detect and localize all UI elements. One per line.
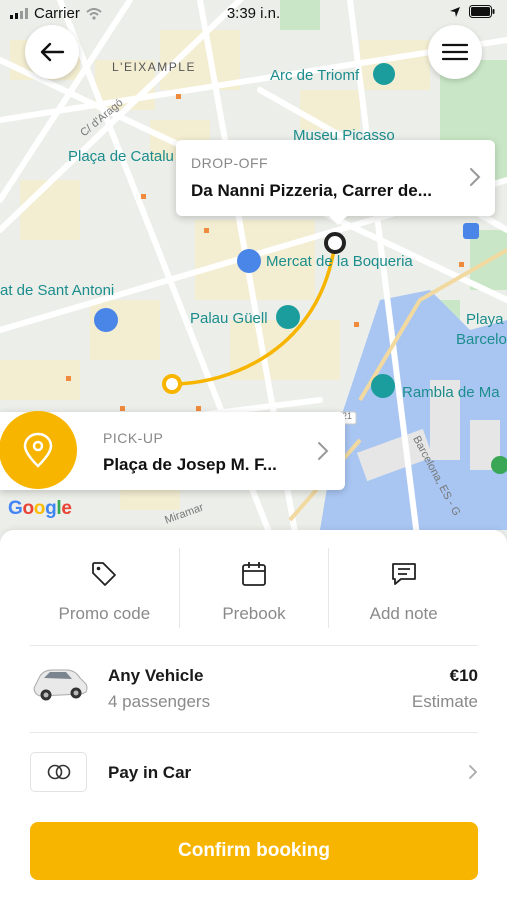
car-icon <box>33 669 88 701</box>
back-button[interactable] <box>25 25 79 79</box>
booking-actions: Promo code Prebook Add note <box>30 548 478 628</box>
dropoff-card[interactable]: DROP-OFF Da Nanni Pizzeria, Carrer de... <box>176 140 495 225</box>
status-bar: Carrier 3:39 i.n. <box>0 0 507 28</box>
pickup-caption: PICK-UP <box>103 430 164 446</box>
divider <box>30 732 478 733</box>
vehicle-price: €10 <box>449 666 478 685</box>
battery-icon <box>469 5 495 18</box>
map-label-arc-de-triomf: Arc de Triomf <box>270 67 360 84</box>
payment-card-icon <box>30 752 87 792</box>
location-arrow-icon <box>450 6 460 17</box>
tag-icon <box>92 562 117 586</box>
map-label-eixample: L'EIXAMPLE <box>112 60 196 74</box>
status-right <box>449 5 495 18</box>
map-label-playa: Playa <box>466 311 504 328</box>
calendar-icon <box>242 562 266 586</box>
pickup-address: Plaça de Josep M. F... <box>103 455 277 474</box>
dropoff-caption: DROP-OFF <box>191 155 269 171</box>
vehicle-passengers: 4 passengers <box>108 692 211 711</box>
chevron-right-icon <box>469 765 478 779</box>
hamburger-menu-icon <box>442 43 468 61</box>
arrow-left-icon <box>40 42 65 62</box>
menu-button[interactable] <box>428 25 482 79</box>
map-label-mercat-boqueria: Mercat de la Boqueria <box>266 253 413 270</box>
status-time: 3:39 i.n. <box>226 5 281 22</box>
payment-method-label: Pay in Car <box>108 763 192 782</box>
promo-code-label: Promo code <box>58 604 151 623</box>
booking-sheet: Promo code Prebook Add note Any Vehicle … <box>0 530 507 900</box>
add-note-button[interactable]: Add note <box>328 548 478 628</box>
map-view[interactable]: L'EIXAMPLE Arc de Triomf Museu Picasso P… <box>0 0 507 560</box>
note-icon <box>391 563 416 585</box>
map-label-placa-catalunya: Plaça de Catalu <box>68 148 174 165</box>
pickup-location-pin-icon <box>0 411 77 489</box>
chevron-right-icon <box>470 168 481 186</box>
google-logo: Google <box>8 498 72 519</box>
chevron-right-icon <box>318 442 329 460</box>
dropoff-address: Da Nanni Pizzeria, Carrer de... <box>191 181 432 200</box>
vehicle-row[interactable]: Any Vehicle 4 passengers €10 Estimate <box>30 652 478 722</box>
add-note-label: Add note <box>369 604 438 623</box>
map-label-palau-guell: Palau Güell <box>190 310 268 327</box>
prebook-button[interactable]: Prebook <box>178 548 329 628</box>
confirm-booking-button[interactable]: Confirm booking <box>30 822 478 880</box>
vehicle-name: Any Vehicle <box>108 666 204 685</box>
map-label-barcelo: Barcelo <box>456 331 507 348</box>
promo-code-button[interactable]: Promo code <box>30 548 179 628</box>
divider <box>30 645 478 646</box>
price-estimate-label: Estimate <box>411 692 478 711</box>
card-circles-icon <box>47 764 70 780</box>
payment-method-row[interactable]: Pay in Car <box>30 752 478 792</box>
prebook-label: Prebook <box>222 604 286 623</box>
map-label-rambla-de-mar: Rambla de Ma <box>402 384 500 401</box>
map-label-sant-antoni: at de Sant Antoni <box>0 282 115 299</box>
